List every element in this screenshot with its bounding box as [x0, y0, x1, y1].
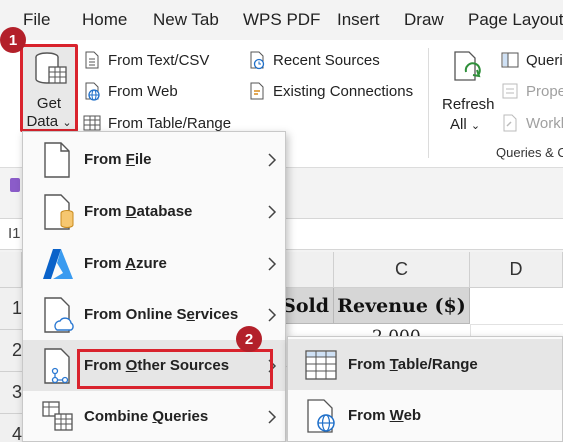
other-sources-icon — [44, 347, 70, 384]
row-header-4[interactable]: 4 — [0, 414, 22, 442]
file-icon — [44, 141, 70, 178]
from-web-button[interactable]: From Web — [82, 81, 178, 101]
column-header-b[interactable] — [286, 252, 334, 288]
dropdown-item-label: From Online Services — [84, 306, 239, 323]
menu-new-tab[interactable]: New Tab — [153, 10, 219, 30]
online-services-icon — [44, 296, 74, 333]
submenu-item-label: From Table/Range — [348, 356, 478, 373]
dropdown-item-from-file[interactable]: From File — [23, 134, 285, 185]
chevron-down-icon: ⌄ — [62, 117, 72, 129]
workbook-links-icon — [503, 114, 517, 132]
app-swatch-icon — [10, 178, 20, 192]
menu-wps-pdf[interactable]: WPS PDF — [243, 10, 320, 30]
database-icon — [44, 193, 74, 230]
header-cell-revenue[interactable]: Revenue ($) — [334, 288, 470, 324]
chevron-right-icon — [268, 358, 277, 373]
existing-connections-button[interactable]: Existing Connections — [247, 81, 413, 101]
workbook-links-label: Workl — [526, 114, 563, 132]
chevron-down-icon: ⌄ — [470, 120, 481, 132]
chevron-right-icon — [268, 409, 277, 424]
dropdown-item-from-azure[interactable]: From Azure — [23, 238, 285, 289]
queries-label: Querie — [526, 51, 563, 69]
get-data-dropdown: From File From Database From Azure From … — [22, 131, 286, 442]
recent-sources-label: Recent Sources — [273, 51, 380, 69]
column-header-c[interactable]: C — [334, 252, 470, 288]
properties-icon — [502, 83, 518, 99]
partial-cell-value: 2,000 — [372, 328, 421, 336]
submenu-item-from-table-range[interactable]: From Table/Range — [288, 339, 562, 390]
recent-sources-button[interactable]: Recent Sources — [247, 50, 380, 70]
gridline — [470, 324, 563, 325]
row-header-2[interactable]: 2 — [0, 330, 22, 372]
from-table-range-button[interactable]: From Table/Range — [82, 113, 231, 133]
queries-group-label: Queries & C — [496, 145, 563, 160]
column-header-d[interactable]: D — [470, 252, 563, 288]
refresh-label-2: All ⌄ — [450, 116, 481, 133]
menu-draw[interactable]: Draw — [404, 10, 444, 30]
web-icon — [307, 399, 335, 433]
chevron-right-icon — [268, 152, 277, 167]
other-sources-submenu: From Table/Range From Web — [287, 336, 563, 442]
table-icon — [83, 115, 101, 131]
step-badge-1: 1 — [0, 27, 26, 53]
chevron-right-icon — [268, 256, 277, 271]
web-file-icon — [85, 82, 100, 101]
submenu-item-label: From Web — [348, 407, 422, 424]
from-text-csv-button[interactable]: From Text/CSV — [82, 50, 209, 70]
step-badge-2: 2 — [236, 326, 262, 352]
chevron-right-icon — [268, 307, 277, 322]
row-header-3[interactable]: 3 — [0, 372, 22, 414]
dropdown-item-from-database[interactable]: From Database — [23, 186, 285, 237]
existing-connections-label: Existing Connections — [273, 82, 414, 100]
chevron-right-icon — [268, 204, 277, 219]
ribbon-separator — [428, 48, 429, 158]
properties-label: Prope — [526, 82, 563, 100]
connection-file-icon — [250, 82, 264, 100]
clock-file-icon — [250, 51, 265, 70]
from-text-csv-label: From Text/CSV — [108, 51, 210, 69]
database-table-icon — [35, 52, 67, 84]
header-cell-sold[interactable]: Sold — [286, 288, 334, 324]
refresh-all-button[interactable]: Refresh All ⌄ — [438, 48, 496, 134]
refresh-label-1: Refresh — [442, 96, 495, 113]
queries-connections-button[interactable]: Querie — [500, 50, 563, 70]
dropdown-item-label: From Azure — [84, 255, 167, 272]
workbook-links-button[interactable]: Workl — [500, 113, 563, 133]
dropdown-item-label: From Other Sources — [84, 357, 230, 374]
dropdown-item-label: Combine Queries — [84, 408, 209, 425]
dropdown-item-label: From File — [84, 151, 152, 168]
refresh-icon — [454, 51, 481, 81]
get-data-label-2: Data ⌄ — [26, 113, 72, 130]
name-box[interactable]: I1 — [8, 225, 21, 242]
row-header-1[interactable]: 1 — [0, 288, 22, 330]
menu-file[interactable]: File — [23, 10, 50, 30]
azure-icon — [43, 248, 73, 279]
menu-bar: File Home New Tab WPS PDF Insert Draw Pa… — [0, 0, 563, 40]
menu-home[interactable]: Home — [82, 10, 127, 30]
from-web-label: From Web — [108, 82, 178, 100]
table-range-icon — [305, 350, 337, 380]
get-data-button[interactable]: Get Data ⌄ — [20, 44, 78, 132]
get-data-label-1: Get — [36, 95, 62, 112]
select-all-corner[interactable] — [0, 252, 22, 288]
text-file-icon — [85, 51, 99, 69]
submenu-item-from-web[interactable]: From Web — [288, 390, 562, 441]
menu-insert[interactable]: Insert — [337, 10, 380, 30]
combine-queries-icon — [42, 400, 73, 431]
from-table-range-label: From Table/Range — [108, 114, 232, 132]
properties-button[interactable]: Prope — [500, 81, 563, 101]
queries-pane-icon — [501, 52, 519, 68]
dropdown-item-combine-queries[interactable]: Combine Queries — [23, 391, 285, 442]
menu-page-layout[interactable]: Page Layout — [468, 10, 563, 30]
dropdown-item-label: From Database — [84, 203, 193, 220]
